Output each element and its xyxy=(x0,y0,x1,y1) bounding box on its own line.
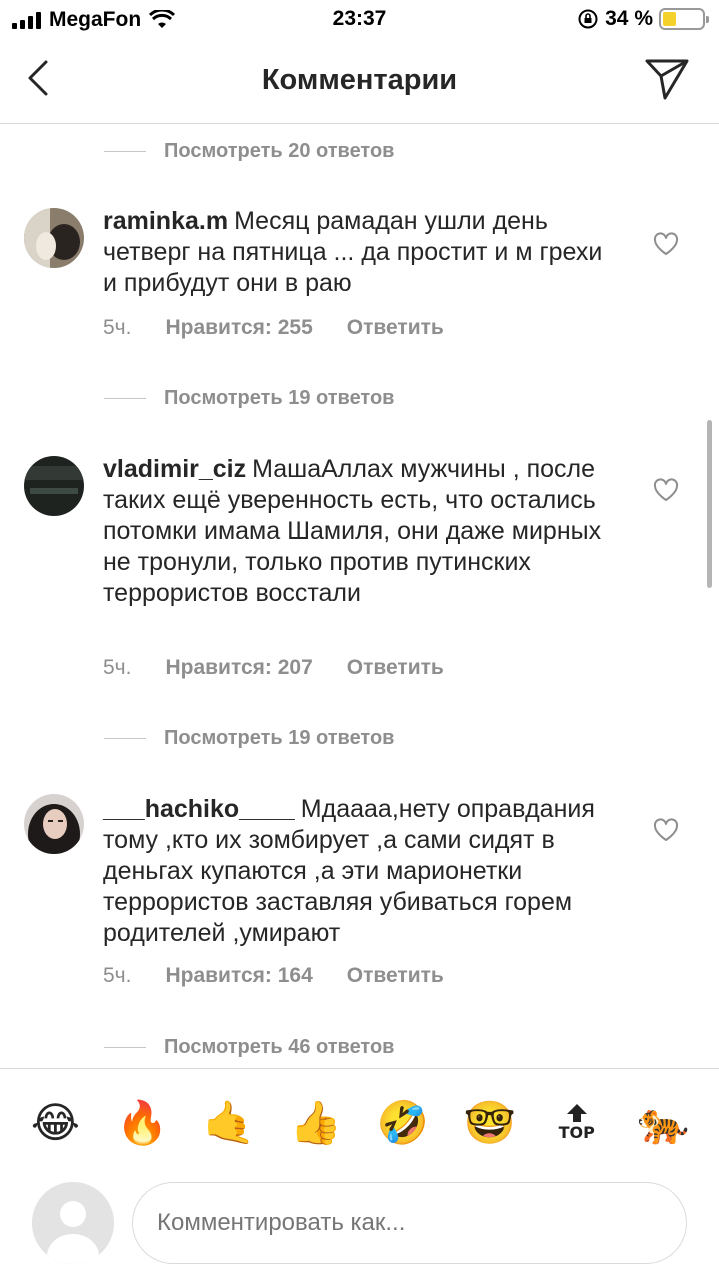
view-replies-button[interactable]: Посмотреть 19 ответов xyxy=(104,383,394,413)
send-direct-icon[interactable] xyxy=(643,56,691,102)
emoji-call-me-hand-button[interactable]: 🤙 xyxy=(199,1098,259,1148)
header: Комментарии xyxy=(0,40,719,124)
comment-time: 5ч. xyxy=(103,964,132,987)
comment-username[interactable]: vladimir_ciz xyxy=(103,455,246,483)
view-replies-button[interactable]: Посмотреть 46 ответов xyxy=(104,1032,394,1062)
comment-input[interactable] xyxy=(132,1182,687,1264)
status-right: 34 % xyxy=(577,7,709,31)
divider-line xyxy=(104,397,146,399)
likes-count[interactable]: Нравится: 207 xyxy=(165,656,312,680)
reply-button[interactable]: Ответить xyxy=(347,656,444,680)
avatar[interactable] xyxy=(24,794,84,854)
comment-meta: 5ч. Нравится: 207 Ответить xyxy=(103,656,444,680)
view-replies-label: Посмотреть 19 ответов xyxy=(164,726,395,749)
emoji-rofl-button[interactable]: 🤣 xyxy=(373,1098,433,1148)
view-replies-label: Посмотреть 46 ответов xyxy=(164,1035,395,1058)
avatar[interactable] xyxy=(24,456,84,516)
top-label: TOP xyxy=(558,1123,595,1142)
emoji-fire-button[interactable]: 🔥 xyxy=(112,1098,172,1148)
likes-count[interactable]: Нравится: 164 xyxy=(165,964,312,988)
user-avatar xyxy=(32,1182,114,1264)
avatar[interactable] xyxy=(24,208,84,268)
comment-input-row xyxy=(0,1176,719,1280)
comment-time: 5ч. xyxy=(103,656,132,679)
view-replies-label: Посмотреть 19 ответов xyxy=(164,386,395,409)
divider-line xyxy=(104,1046,146,1048)
likes-count[interactable]: Нравится: 255 xyxy=(165,316,312,340)
status-bar: MegaFon 23:37 34 % xyxy=(0,0,719,40)
reply-button[interactable]: Ответить xyxy=(347,964,444,988)
comment-body: ___hachiko____ Мдаааа,нету оправдания том… xyxy=(103,794,623,949)
up-arrow-icon xyxy=(566,1104,587,1122)
orientation-lock-icon xyxy=(578,9,598,29)
page-title: Комментарии xyxy=(261,64,458,96)
emoji-top-button[interactable]: TOP xyxy=(547,1103,607,1142)
view-replies-label: Посмотреть 20 ответов xyxy=(164,139,395,162)
emoji-nerd-face-button[interactable]: 🤓 xyxy=(460,1098,520,1148)
comment-username[interactable]: ___hachiko____ xyxy=(103,795,295,823)
comment-username[interactable]: raminka.m xyxy=(103,207,228,235)
heart-icon[interactable] xyxy=(653,478,679,502)
divider-line xyxy=(104,737,146,739)
battery-icon xyxy=(659,8,709,30)
comment-body: raminka.m Месяц рамадан ушли день четверг… xyxy=(103,206,623,299)
view-replies-button[interactable]: Посмотреть 20 ответов xyxy=(104,136,394,166)
comment-body: vladimir_ciz МашаАллах мужчины , после та… xyxy=(103,454,623,609)
emoji-thumbs-up-button[interactable]: 👍 xyxy=(286,1098,346,1148)
comment-meta: 5ч. Нравится: 164 Ответить xyxy=(103,964,444,988)
emoji-tiger-button[interactable]: 🐅 xyxy=(634,1098,694,1148)
scrollbar[interactable] xyxy=(707,420,712,588)
emoji-tears-of-joy-button[interactable]: 😂 xyxy=(25,1098,85,1147)
view-replies-button[interactable]: Посмотреть 19 ответов xyxy=(104,723,394,753)
heart-icon[interactable] xyxy=(653,232,679,256)
comment-time: 5ч. xyxy=(103,316,132,339)
reply-button[interactable]: Ответить xyxy=(347,316,444,340)
battery-percent: 34 % xyxy=(605,7,653,30)
divider-line xyxy=(104,150,146,152)
heart-icon[interactable] xyxy=(653,818,679,842)
comment-meta: 5ч. Нравится: 255 Ответить xyxy=(103,316,444,340)
emoji-bar: 😂 🔥 🤙 👍 🤣 🤓 TOP 🐅 xyxy=(0,1068,719,1176)
